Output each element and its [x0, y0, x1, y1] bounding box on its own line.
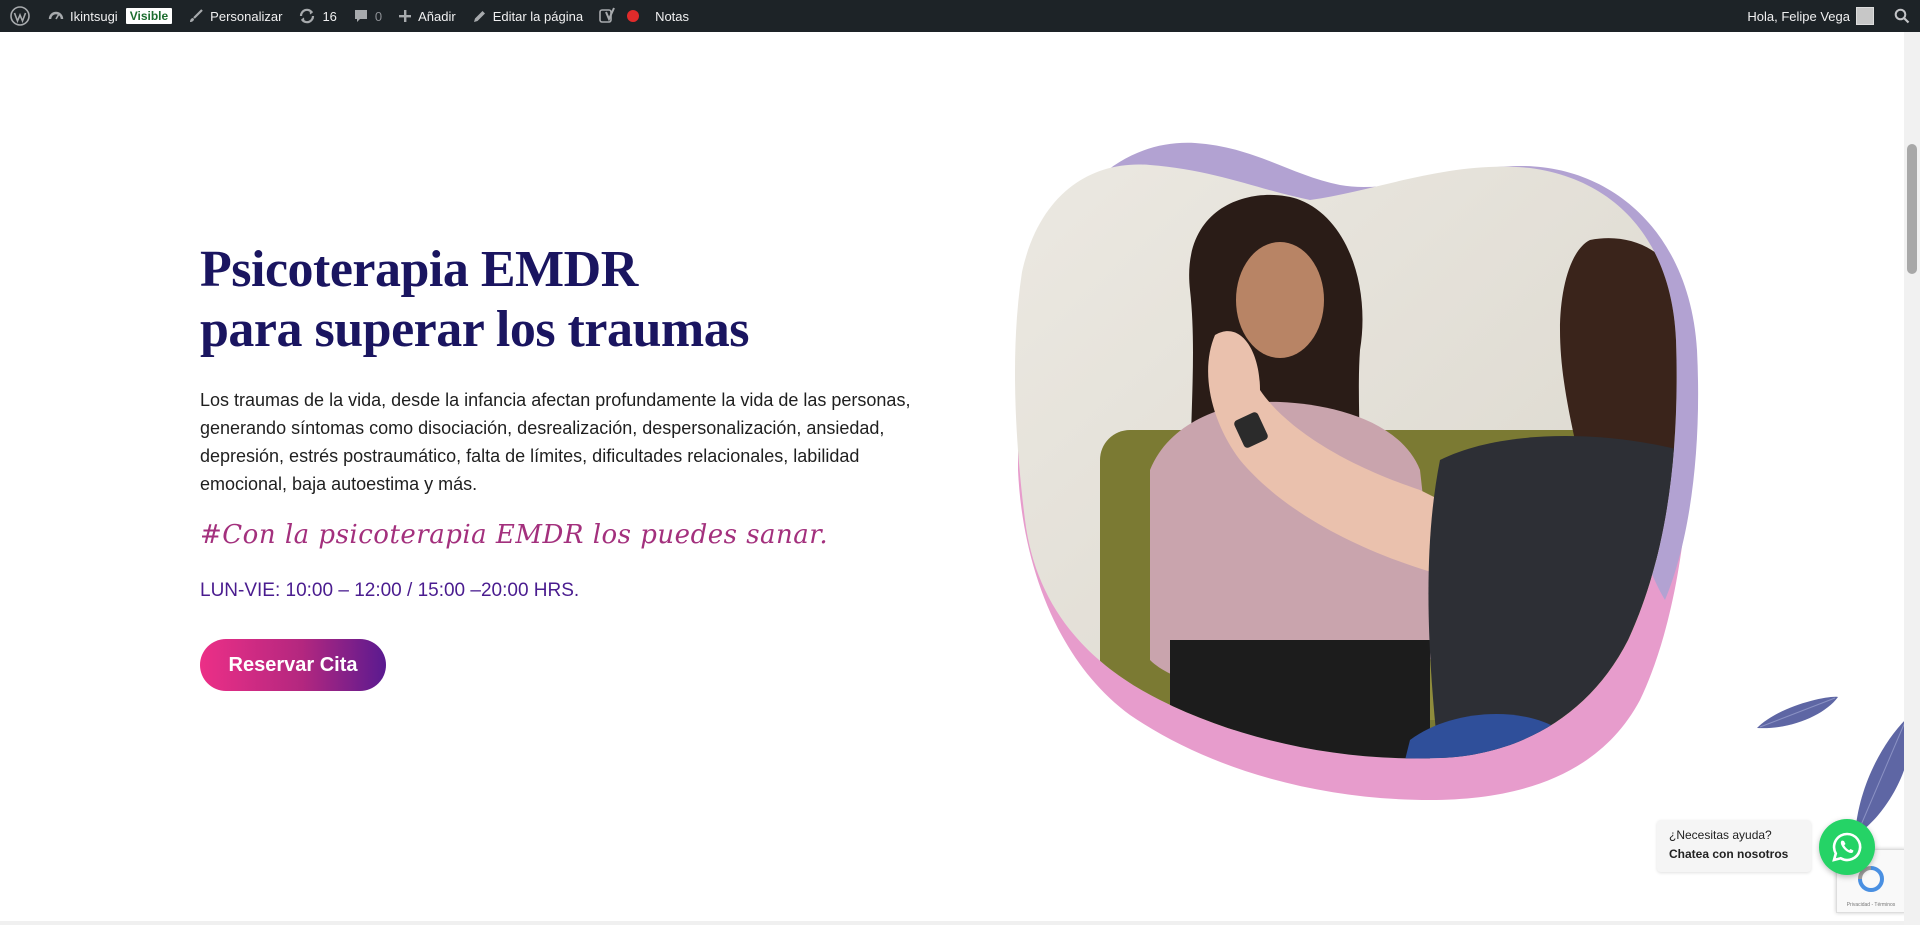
yoast-menu[interactable]	[591, 0, 647, 32]
comment-icon	[353, 8, 369, 24]
search-icon	[1894, 8, 1910, 24]
visibility-badge: Visible	[125, 8, 173, 24]
yoast-icon	[599, 7, 617, 25]
customize-label: Personalizar	[210, 8, 283, 24]
avatar	[1856, 7, 1874, 25]
admin-search-button[interactable]	[1882, 0, 1920, 32]
admin-bar-right: Hola, Felipe Vega	[1739, 0, 1920, 32]
edit-page-label: Editar la página	[492, 8, 584, 24]
updates-link[interactable]: 16	[290, 0, 344, 32]
hero-tagline: #Con la psicoterapia EMDR los puedes san…	[200, 520, 829, 550]
add-label: Añadir	[418, 8, 456, 24]
chat-bubble-line1: ¿Necesitas ayuda?	[1669, 828, 1772, 842]
greeting-text: Hola, Felipe Vega	[1747, 8, 1850, 24]
chat-bubble[interactable]: ¿Necesitas ayuda? Chatea con nosotros	[1657, 820, 1811, 872]
hero-blob-pink	[1017, 167, 1691, 801]
page-scrollbar[interactable]	[1904, 32, 1920, 925]
recaptcha-terms: Privacidad - Términos	[1846, 902, 1896, 908]
updates-count: 16	[322, 8, 337, 24]
decorative-leaves	[1757, 696, 1907, 835]
notes-link[interactable]: Notas	[647, 0, 697, 32]
book-appointment-button[interactable]: Reservar Cita	[200, 639, 386, 691]
hero-intro-text: Los traumas de la vida, desde la infanci…	[200, 390, 911, 494]
hero-title: Psicoterapia EMDR para superar los traum…	[200, 240, 749, 360]
wordpress-icon	[10, 6, 30, 26]
wordpress-menu[interactable]	[0, 0, 40, 32]
scrollbar-thumb[interactable]	[1907, 144, 1917, 274]
edit-page-link[interactable]: Editar la página	[464, 0, 591, 32]
hero-photo	[1014, 164, 1677, 759]
site-name-menu[interactable]: Ikintsugi Visible	[40, 0, 180, 32]
chat-bubble-line2: Chatea con nosotros	[1669, 847, 1789, 861]
hero-title-line1: Psicoterapia EMDR	[200, 241, 638, 298]
account-menu[interactable]: Hola, Felipe Vega	[1739, 0, 1882, 32]
hero-title-line2: para superar los traumas	[200, 301, 749, 358]
page-bottom-divider	[0, 921, 1904, 925]
comments-link[interactable]: 0	[345, 0, 390, 32]
dashboard-icon	[48, 8, 64, 24]
add-new-menu[interactable]: Añadir	[390, 0, 464, 32]
admin-bar-left: Ikintsugi Visible Personalizar 16 0 Añad…	[0, 0, 697, 32]
notes-label: Notas	[655, 8, 690, 24]
customize-link[interactable]: Personalizar	[180, 0, 290, 32]
whatsapp-button[interactable]	[1819, 819, 1875, 875]
plus-icon	[398, 9, 412, 23]
brush-icon	[188, 8, 204, 24]
whatsapp-icon	[1832, 832, 1862, 862]
comments-count: 0	[374, 8, 383, 24]
status-dot-icon	[627, 10, 640, 22]
updates-icon	[298, 7, 316, 25]
admin-bar: Ikintsugi Visible Personalizar 16 0 Añad…	[0, 0, 1920, 32]
business-hours: LUN-VIE: 10:00 – 12:00 / 15:00 –20:00 HR…	[200, 580, 580, 601]
pencil-icon	[472, 9, 487, 24]
site-name: Ikintsugi	[70, 8, 118, 24]
hero-blob-lavender	[1060, 142, 1699, 600]
